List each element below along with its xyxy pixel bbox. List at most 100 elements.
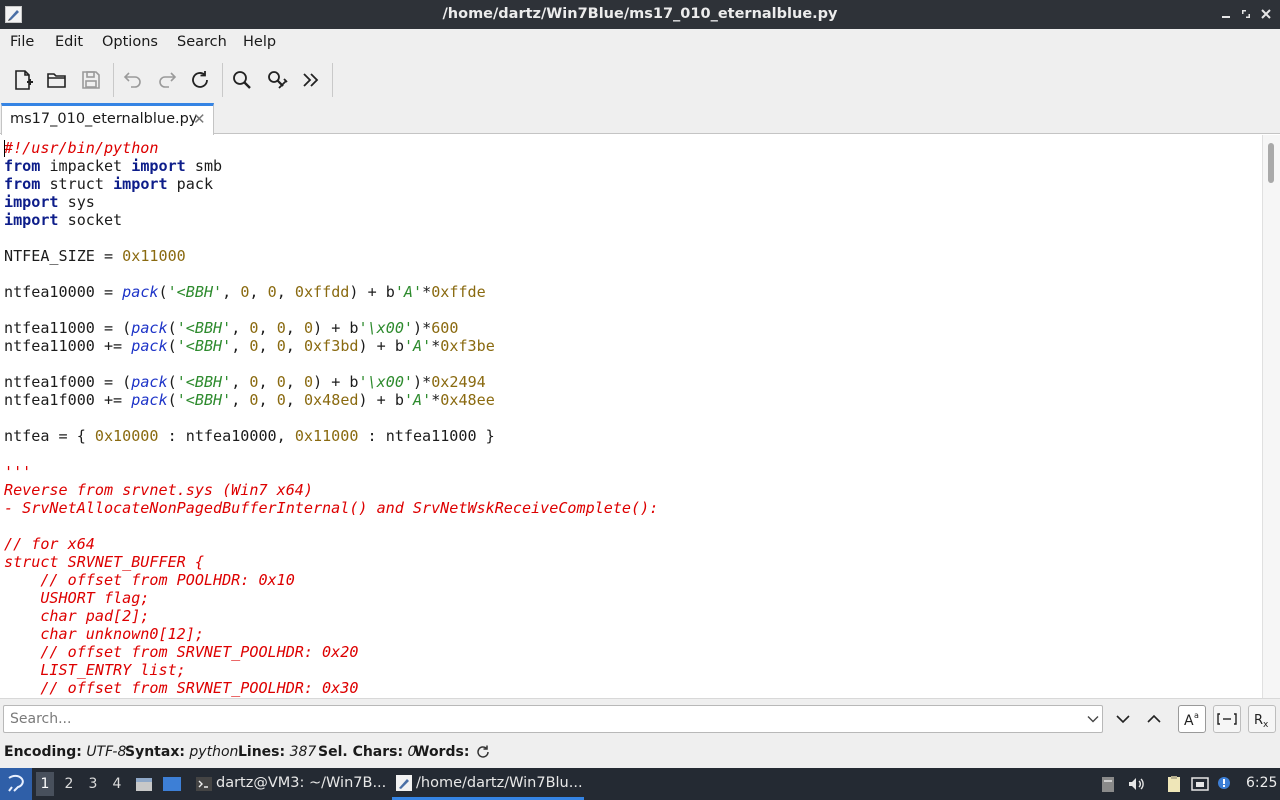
- close-window-button[interactable]: [1258, 6, 1274, 22]
- find-icon[interactable]: [230, 68, 254, 92]
- code-line: NTFEA_SIZE = 0x11000: [4, 247, 658, 265]
- code-token: ntfea = {: [4, 427, 95, 445]
- start-menu-button[interactable]: [0, 768, 32, 800]
- search-input[interactable]: [10, 709, 1070, 729]
- notification-icon[interactable]: [1215, 775, 1233, 793]
- search-combobox[interactable]: [3, 705, 1103, 733]
- code-token: 0x11000: [294, 427, 359, 445]
- menu-options[interactable]: Options: [102, 34, 158, 50]
- code-token: ntfea11000 = (: [4, 319, 132, 337]
- code-token: : ntfea10000,: [158, 427, 295, 445]
- svg-text:R: R: [1254, 713, 1263, 728]
- minimize-button[interactable]: [1218, 6, 1234, 22]
- search-bar: Aa Rx: [0, 698, 1280, 738]
- desktop-icon[interactable]: [162, 774, 182, 794]
- file-manager-icon[interactable]: [134, 774, 154, 794]
- chevron-down-icon[interactable]: [1086, 712, 1100, 726]
- code-token: ) + b: [349, 283, 395, 301]
- code-token: ,: [276, 283, 295, 301]
- code-line: import sys: [4, 193, 658, 211]
- taskbar-terminal-window[interactable]: dartz@VM3: ~/Win7B...: [192, 768, 388, 800]
- volume-icon[interactable]: [1127, 775, 1145, 793]
- code-token: 0: [267, 283, 277, 301]
- code-token: 0: [303, 319, 314, 337]
- find-previous-button[interactable]: [1144, 709, 1164, 729]
- text-cursor: [4, 140, 5, 157]
- code-token: import: [131, 157, 186, 175]
- open-file-icon[interactable]: [45, 68, 69, 92]
- code-token: 0xffde: [431, 283, 486, 301]
- trash-icon[interactable]: [1099, 775, 1117, 793]
- code-line: // offset from SRVNET_POOLHDR: 0x20: [4, 643, 658, 661]
- tab-close-icon[interactable]: ✕: [193, 110, 206, 128]
- taskbar-clock: 6:25: [1246, 775, 1278, 791]
- redo-icon[interactable]: [155, 68, 179, 92]
- code-token: smb: [185, 157, 223, 175]
- code-token: pack: [131, 337, 168, 355]
- code-token: LIST_ENTRY list;: [4, 661, 186, 679]
- menu-edit[interactable]: Edit: [55, 34, 83, 50]
- menu-file[interactable]: File: [10, 34, 34, 50]
- code-token: struct: [40, 175, 114, 193]
- match-case-toggle[interactable]: Aa: [1178, 705, 1206, 733]
- network-icon[interactable]: [1191, 775, 1209, 793]
- code-token: (: [158, 283, 168, 301]
- code-token: pack: [131, 373, 168, 391]
- code-editor[interactable]: #!/usr/bin/python from impacket import sm…: [0, 135, 1262, 698]
- encoding-status: Encoding: UTF-8: [4, 744, 127, 760]
- menu-help[interactable]: Help: [243, 34, 276, 50]
- code-token: from: [4, 157, 41, 175]
- clipboard-icon[interactable]: [1165, 775, 1183, 793]
- code-token: 0: [249, 319, 259, 337]
- undo-icon[interactable]: [121, 68, 145, 92]
- code-token: - SrvNetAllocateNonPagedBufferInternal()…: [4, 499, 659, 517]
- code-token: 0x48ee: [440, 391, 495, 409]
- regex-toggle[interactable]: Rx: [1248, 705, 1276, 733]
- code-token: char pad[2];: [4, 607, 150, 625]
- menu-search[interactable]: Search: [177, 34, 227, 50]
- code-token: 0xf3be: [440, 337, 495, 355]
- code-line: - SrvNetAllocateNonPagedBufferInternal()…: [4, 499, 658, 517]
- code-token: ) + b: [313, 373, 359, 391]
- tab-ms17-010-eternalblue[interactable]: ms17_010_eternalblue.py ✕: [1, 103, 214, 135]
- code-token: from: [4, 175, 41, 193]
- code-token: 0xffdd: [294, 283, 350, 301]
- code-token: ) + b: [358, 391, 404, 409]
- workspace-2[interactable]: 2: [60, 776, 78, 792]
- whole-word-toggle[interactable]: [1213, 705, 1241, 733]
- code-line: LIST_ENTRY list;: [4, 661, 658, 679]
- code-token: 0: [276, 337, 286, 355]
- tab-label: ms17_010_eternalblue.py: [10, 111, 198, 127]
- code-token: USHORT flag;: [4, 589, 150, 607]
- taskbar-editor-window[interactable]: /home/dartz/Win7Blu...: [392, 768, 584, 800]
- code-token: '<BBH': [176, 373, 232, 391]
- code-token: sys: [58, 193, 95, 211]
- maximize-button[interactable]: [1238, 6, 1254, 22]
- code-line: char unknown0[12];: [4, 625, 658, 643]
- vertical-scrollbar[interactable]: [1262, 135, 1280, 698]
- code-token: ,: [231, 391, 250, 409]
- save-icon[interactable]: [79, 68, 103, 92]
- more-icon[interactable]: [299, 68, 323, 92]
- code-token: 0xf3bd: [303, 337, 359, 355]
- code-token: impacket: [40, 157, 132, 175]
- scrollbar-thumb[interactable]: [1268, 143, 1274, 183]
- code-token: ,: [258, 337, 277, 355]
- find-next-button[interactable]: [1113, 709, 1133, 729]
- terminal-icon: [196, 777, 212, 791]
- workspace-3[interactable]: 3: [84, 776, 102, 792]
- workspace-1[interactable]: 1: [36, 772, 54, 796]
- refresh-word-count-icon[interactable]: [475, 744, 491, 760]
- workspace-4[interactable]: 4: [108, 776, 126, 792]
- status-bar: Encoding: UTF-8 Syntax: python Lines: 38…: [0, 738, 1280, 768]
- code-line: import socket: [4, 211, 658, 229]
- new-file-icon[interactable]: [11, 68, 35, 92]
- replace-icon[interactable]: [265, 68, 289, 92]
- taskbar-editor-title: /home/dartz/Win7Blu...: [416, 775, 583, 791]
- reload-icon[interactable]: [188, 68, 212, 92]
- code-line: ntfea11000 += pack('<BBH', 0, 0, 0xf3bd)…: [4, 337, 658, 355]
